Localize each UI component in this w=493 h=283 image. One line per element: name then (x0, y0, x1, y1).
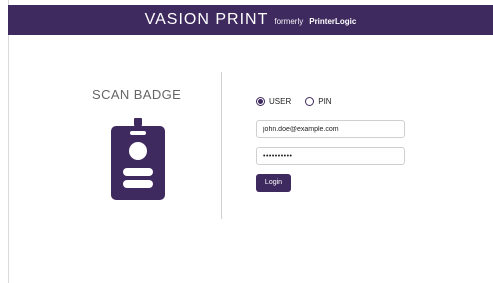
auth-mode-selector: USER PIN (256, 97, 342, 106)
login-page: VASION PRINT formerly PrinterLogic SCAN … (0, 0, 493, 283)
pin-radio[interactable] (305, 97, 315, 106)
badge-person-base-icon (123, 180, 153, 188)
brand-main: VASION PRINT (144, 11, 269, 28)
badge-clip-icon (134, 118, 142, 126)
scan-badge-title: SCAN BADGE (92, 87, 182, 102)
badge-person-body-icon (123, 168, 153, 176)
badge-icon (111, 118, 165, 200)
user-radio[interactable] (256, 97, 265, 106)
user-radio-label[interactable]: USER (269, 97, 291, 106)
email-field[interactable] (256, 120, 405, 138)
brand-old: PrinterLogic (309, 17, 357, 26)
password-field[interactable] (256, 147, 405, 165)
page-frame (8, 0, 493, 283)
pin-radio-label[interactable]: PIN (318, 97, 331, 106)
brand-logo: VASION PRINT formerly PrinterLogic (145, 11, 357, 29)
vertical-divider (221, 72, 222, 219)
login-button[interactable]: Login (256, 174, 291, 192)
badge-slot-icon (130, 131, 146, 135)
badge-person-head-icon (129, 142, 147, 160)
badge-card-icon (111, 126, 165, 200)
brand-header: VASION PRINT formerly PrinterLogic (8, 5, 493, 35)
brand-formerly: formerly (274, 17, 304, 26)
